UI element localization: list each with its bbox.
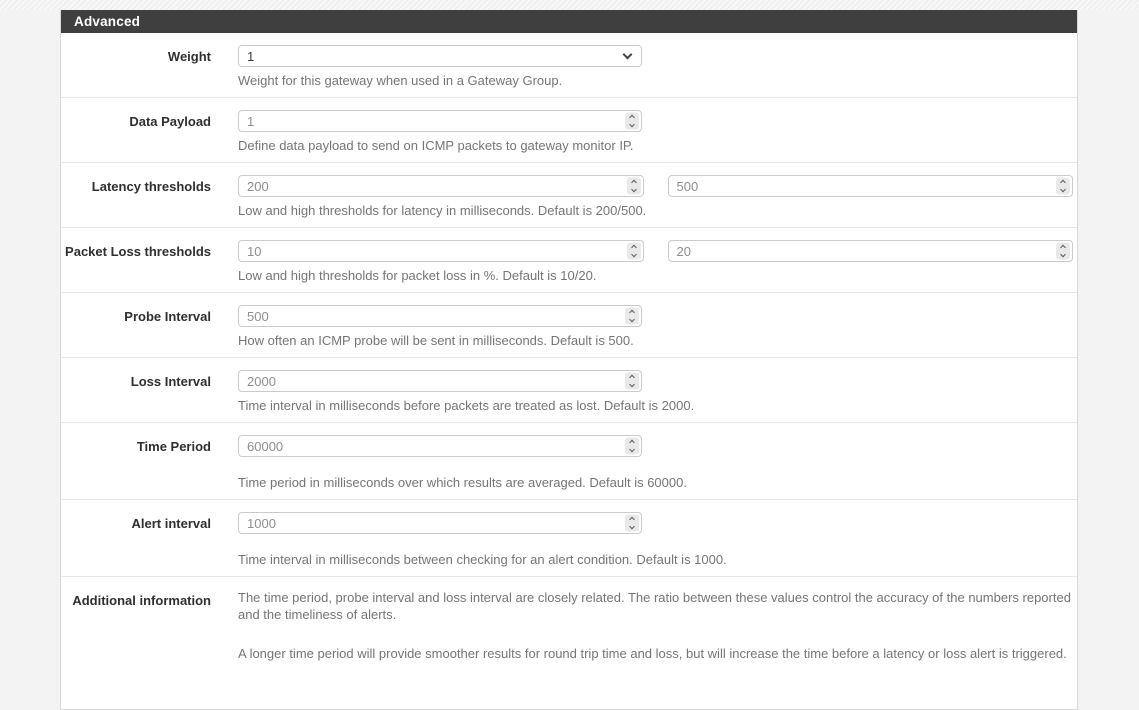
loss-interval-label: Loss Interval: [130, 374, 211, 389]
weight-help-text: Weight for this gateway when used in a G…: [238, 73, 563, 88]
spinner-down-icon: [629, 121, 635, 128]
spinner-down-icon: [629, 523, 635, 530]
spinner-down-icon: [629, 316, 635, 323]
form-row-packet-loss-thresholds: Packet Loss thresholds 10 20 Low and hig…: [61, 228, 1077, 293]
form-row-probe-interval: Probe Interval How often an ICMP probe w…: [61, 293, 1077, 358]
latency-thresholds-help-text: Low and high thresholds for latency in m…: [238, 203, 647, 218]
data-payload-input[interactable]: [238, 110, 642, 132]
weight-select[interactable]: 1: [238, 45, 642, 67]
spinner-down-icon: [630, 186, 637, 193]
info-paragraph: A longer time period will provide smooth…: [238, 646, 1067, 661]
time-period-input[interactable]: [238, 435, 642, 457]
number-spinner[interactable]: [626, 177, 641, 195]
packet-loss-thresholds-label: Packet Loss thresholds: [65, 244, 211, 259]
page-background-hatch: [0, 0, 1139, 10]
number-spinner[interactable]: [1056, 242, 1070, 260]
spinner-up-icon: [1060, 179, 1066, 186]
panel-title: Advanced: [61, 10, 1077, 33]
data-payload-label: Data Payload: [129, 114, 211, 129]
spinner-up-icon: [630, 179, 637, 186]
number-spinner[interactable]: [1056, 177, 1070, 195]
number-spinner[interactable]: [625, 307, 639, 325]
spinner-up-icon: [629, 114, 635, 121]
info-paragraph: The time period, probe interval and loss…: [238, 590, 1071, 622]
form-row-weight: Weight 1 Weight for this gateway when us…: [61, 33, 1077, 98]
weight-select-wrap: 1: [238, 45, 642, 67]
spinner-up-icon: [629, 374, 635, 381]
spinner-down-icon: [1060, 251, 1066, 258]
advanced-settings-panel: Advanced Weight 1 Weight for this gatewa…: [60, 10, 1078, 710]
spinner-up-icon: [629, 309, 635, 316]
spinner-up-icon: [629, 439, 635, 446]
form-row-additional-information: Additional information The time period, …: [61, 577, 1077, 686]
form-row-latency-thresholds: Latency thresholds Lo: [61, 163, 1077, 228]
probe-interval-input[interactable]: [238, 305, 642, 327]
spinner-up-icon: [629, 516, 635, 523]
latency-thresholds-label: Latency thresholds: [91, 179, 211, 194]
probe-interval-label: Probe Interval: [124, 309, 211, 324]
form-row-alert-interval: Alert interval Time interval in millisec…: [61, 500, 1077, 577]
additional-information-label: Additional information: [72, 593, 211, 608]
form-row-data-payload: Data Payload Define data payload to send…: [61, 98, 1077, 163]
number-spinner[interactable]: [626, 242, 641, 260]
latency-high-input[interactable]: [667, 175, 1073, 197]
spinner-up-icon: [630, 244, 637, 251]
packet-loss-low-input[interactable]: [238, 240, 644, 262]
data-payload-help-text: Define data payload to send on ICMP pack…: [238, 138, 634, 153]
number-spinner[interactable]: [625, 514, 639, 532]
loss-interval-help-text: Time interval in milliseconds before pac…: [238, 398, 695, 413]
number-spinner[interactable]: [625, 112, 639, 130]
probe-interval-help-text: How often an ICMP probe will be sent in …: [238, 333, 634, 348]
latency-low-input[interactable]: [238, 175, 644, 197]
spinner-down-icon: [1060, 186, 1066, 193]
spinner-up-icon: [1060, 244, 1066, 251]
spinner-down-icon: [629, 381, 635, 388]
alert-interval-label: Alert interval: [131, 516, 211, 531]
additional-information-text: The time period, probe interval and loss…: [238, 589, 1073, 662]
packet-loss-thresholds-help-text: Low and high thresholds for packet loss …: [238, 268, 597, 283]
alert-interval-input[interactable]: [238, 512, 642, 534]
packet-loss-high-input[interactable]: [667, 240, 1073, 262]
time-period-label: Time Period: [136, 439, 211, 454]
loss-interval-input[interactable]: [238, 370, 642, 392]
form-row-time-period: Time Period Time period in milliseconds …: [61, 423, 1077, 500]
spinner-down-icon: [629, 446, 635, 453]
time-period-help-text: Time period in milliseconds over which r…: [238, 475, 687, 490]
weight-label: Weight: [167, 49, 211, 64]
alert-interval-help-text: Time interval in milliseconds between ch…: [238, 552, 727, 567]
number-spinner[interactable]: [625, 372, 639, 390]
spinner-down-icon: [630, 251, 637, 258]
form-row-loss-interval: Loss Interval Time interval in milliseco…: [61, 358, 1077, 423]
number-spinner[interactable]: [625, 437, 639, 455]
